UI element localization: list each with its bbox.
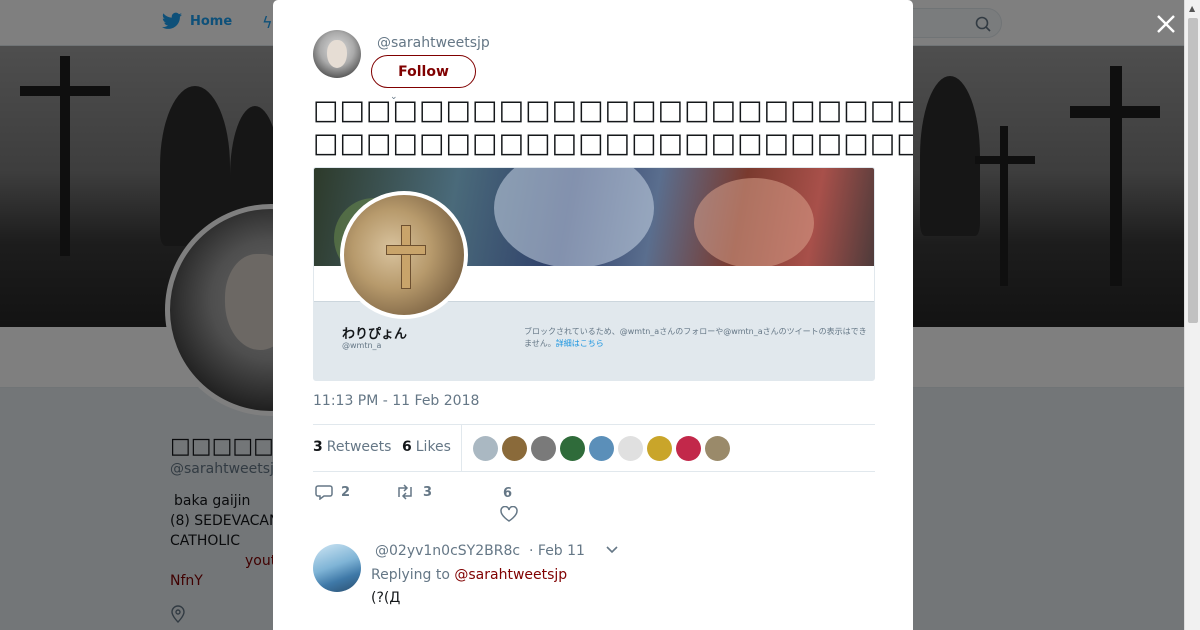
stats-divider [461,425,462,471]
reply-avatar[interactable] [313,544,361,592]
tweet-timestamp[interactable]: 11:13 PM - 11 Feb 2018 [313,393,479,409]
reply-handle[interactable]: @02yv1n0cSY2BR8c [375,543,520,559]
liker-avatar[interactable] [676,436,701,461]
replying-to-prefix: Replying to [371,567,450,583]
retweet-action[interactable]: 3 [395,484,432,500]
likes-label: Likes [415,439,451,455]
replying-to: Replying to @sarahtweetsjp [371,567,567,583]
retweet-icon [398,484,412,500]
reply-text: (?(Д [371,590,401,606]
follow-button[interactable]: Follow [371,55,476,88]
liker-avatar[interactable] [473,436,498,461]
reply-count: 2 [341,484,351,500]
liker-avatar[interactable] [618,436,643,461]
liker-avatar[interactable] [531,436,556,461]
retweets-stat[interactable]: 3 Retweets [313,439,391,455]
tweet-actions: 2 3 6 [313,482,873,532]
likes-stat[interactable]: 6 Likes [402,439,451,455]
like-count: 6 [503,486,513,501]
media-name: わりぴょん [342,327,408,342]
liker-avatar[interactable] [647,436,672,461]
liker-avatar[interactable] [589,436,614,461]
author-handle[interactable]: @sarahtweetsjp [377,35,490,51]
scroll-thumb[interactable] [1188,18,1198,323]
scrollbar[interactable]: ▲ [1184,0,1200,630]
tweet-media-card[interactable]: わりぴょん @wmtn_a ブロックされているため、@wmtn_aさんのフォロー… [313,167,875,381]
liker-avatar[interactable] [502,436,527,461]
media-handle: @wmtn_a [342,341,382,350]
media-avatar [340,191,468,319]
author-avatar[interactable] [313,30,361,78]
reply-action[interactable]: 2 [315,484,350,500]
media-blocked-note: ブロックされているため、@wmtn_aさんのフォローや@wmtn_aさんのツイー… [524,326,869,350]
replying-to-handle[interactable]: @sarahtweetsjp [454,567,567,583]
chevron-down-icon[interactable] [605,545,619,555]
retweet-count: 3 [423,484,433,500]
retweets-label: Retweets [326,439,392,455]
tweet-stats: 3 Retweets 6 Likes [313,424,875,472]
likes-count: 6 [402,439,412,455]
liker-avatar[interactable] [705,436,730,461]
heart-icon[interactable] [500,506,518,522]
tweet-text: □□□□□□□□□□□□□□□□□□□□□□□ □□□□□□□□□□□□□□□□□… [313,95,913,159]
retweets-count: 3 [313,439,323,455]
media-note-link[interactable]: 詳細はこちら [556,339,604,348]
tweet-modal: @sarahtweetsjp Follow ⌄ □□□□□□□□□□□□□□□□… [273,0,913,630]
liker-avatar[interactable] [560,436,585,461]
reply-icon [315,485,333,500]
scroll-up-icon[interactable]: ▲ [1189,4,1195,13]
close-icon[interactable] [1152,10,1180,38]
reply-date[interactable]: · Feb 11 [529,543,585,559]
